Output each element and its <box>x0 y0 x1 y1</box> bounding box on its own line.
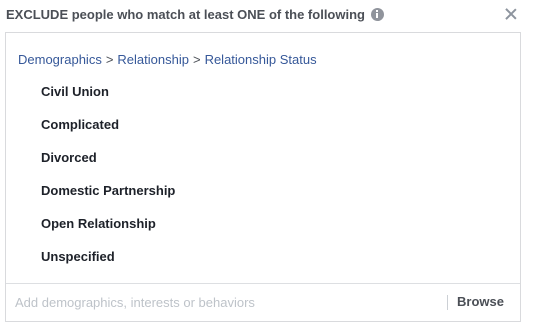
breadcrumb-relationship-status[interactable]: Relationship Status <box>205 52 317 67</box>
breadcrumb-separator: > <box>105 52 114 67</box>
breadcrumb-separator: > <box>192 52 201 67</box>
search-row: Browse <box>6 283 520 322</box>
selected-item-divorced[interactable]: Divorced <box>41 150 175 183</box>
exclude-title: EXCLUDE people who match at least ONE of… <box>6 6 365 22</box>
exclude-panel: Demographics > Relationship > Relationship S… <box>5 32 521 322</box>
selected-items-list: Civil Union Complicated Divorced Domesti… <box>41 84 175 282</box>
info-icon[interactable] <box>370 7 384 21</box>
breadcrumb-relationship[interactable]: Relationship <box>117 52 189 67</box>
close-icon[interactable] <box>503 6 519 22</box>
selected-item-domestic-partnership[interactable]: Domestic Partnership <box>41 183 175 216</box>
selected-item-open-relationship[interactable]: Open Relationship <box>41 216 175 249</box>
selected-item-complicated[interactable]: Complicated <box>41 117 175 150</box>
selected-item-civil-union[interactable]: Civil Union <box>41 84 175 117</box>
divider <box>447 295 448 310</box>
breadcrumb-demographics[interactable]: Demographics <box>18 52 102 67</box>
selected-item-unspecified[interactable]: Unspecified <box>41 249 175 282</box>
browse-button[interactable]: Browse <box>457 294 504 309</box>
breadcrumb: Demographics > Relationship > Relationship S… <box>18 52 317 67</box>
search-input[interactable] <box>15 293 435 311</box>
exclude-header: EXCLUDE people who match at least ONE of… <box>6 5 384 23</box>
